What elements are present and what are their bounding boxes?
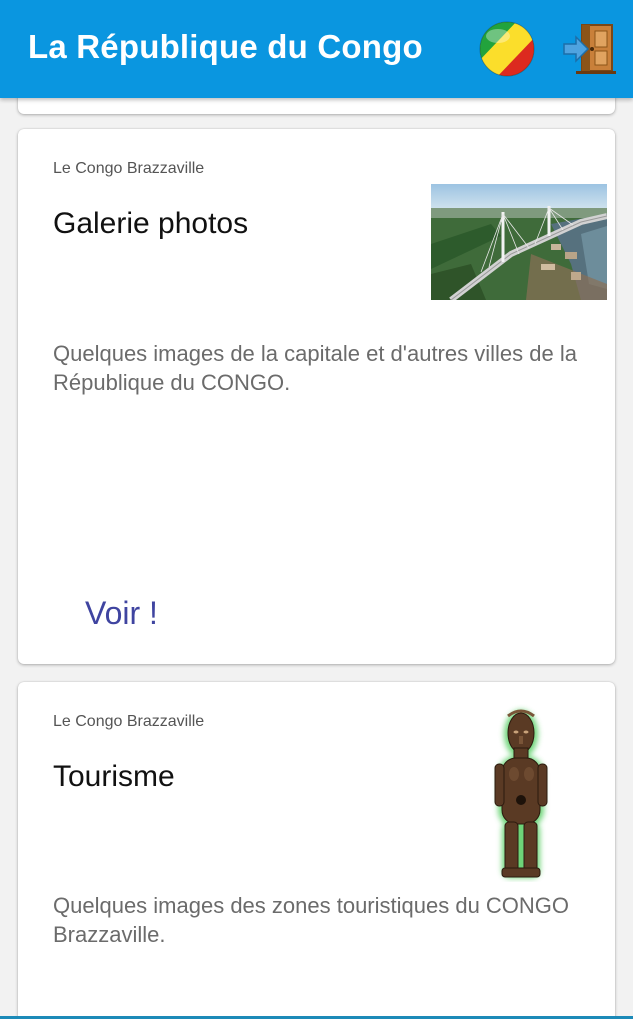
exit-door-icon[interactable] (562, 22, 618, 76)
card-list[interactable]: Le Congo Brazzaville Galerie photos Quel… (0, 98, 633, 1019)
app-title: La République du Congo (28, 28, 423, 65)
bridge-photo (431, 184, 607, 300)
congo-flag-icon[interactable] (478, 20, 536, 78)
tourism-card[interactable]: Le Congo Brazzaville Tourisme Quelques i… (18, 682, 615, 1019)
card-description: Quelques images de la capitale et d'autr… (53, 341, 577, 395)
voir-button[interactable]: Voir ! (85, 595, 158, 632)
card-overline: Le Congo Brazzaville (53, 160, 205, 177)
statue-photo (480, 704, 560, 882)
card-title: Galerie photos (53, 207, 249, 240)
card-overline: Le Congo Brazzaville (53, 713, 205, 730)
app-bar: La République du Congo (0, 0, 633, 98)
gallery-card[interactable]: Le Congo Brazzaville Galerie photos Quel… (18, 129, 615, 664)
card-description: Quelques images des zones touristiques d… (53, 893, 570, 947)
previous-card (18, 98, 615, 114)
card-title: Tourisme (53, 760, 175, 793)
